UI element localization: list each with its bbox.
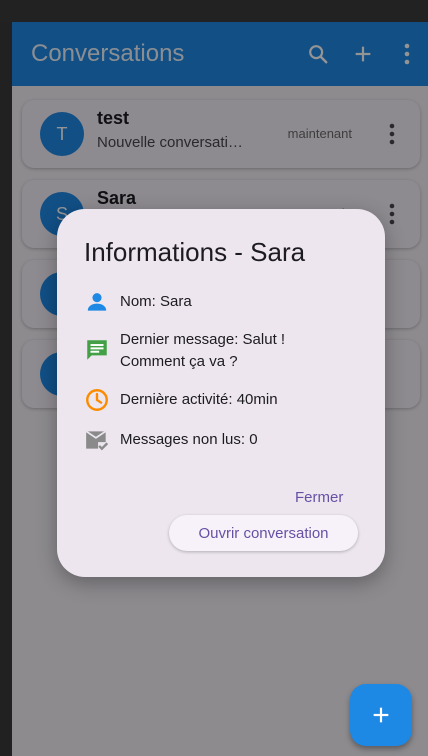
- close-button[interactable]: Fermer: [295, 489, 343, 506]
- info-text: Messages non lus: 0: [120, 431, 258, 448]
- add-icon: [373, 707, 389, 723]
- clock-icon: [86, 389, 108, 411]
- info-dialog: Informations - Sara Nom: Sara Dernier me…: [57, 209, 385, 577]
- info-text: Nom: Sara: [120, 293, 192, 310]
- message-icon: [87, 340, 107, 360]
- new-conversation-fab[interactable]: [350, 684, 412, 746]
- info-text: Dernier message: Salut ! Comment ça va ?: [120, 331, 286, 370]
- person-icon: [87, 293, 107, 311]
- open-conversation-button[interactable]: Ouvrir conversation: [169, 515, 358, 551]
- dialog-title: Informations - Sara: [84, 237, 306, 267]
- mark-read-icon: [85, 430, 109, 451]
- info-text: Dernière activité: 40min: [120, 391, 278, 408]
